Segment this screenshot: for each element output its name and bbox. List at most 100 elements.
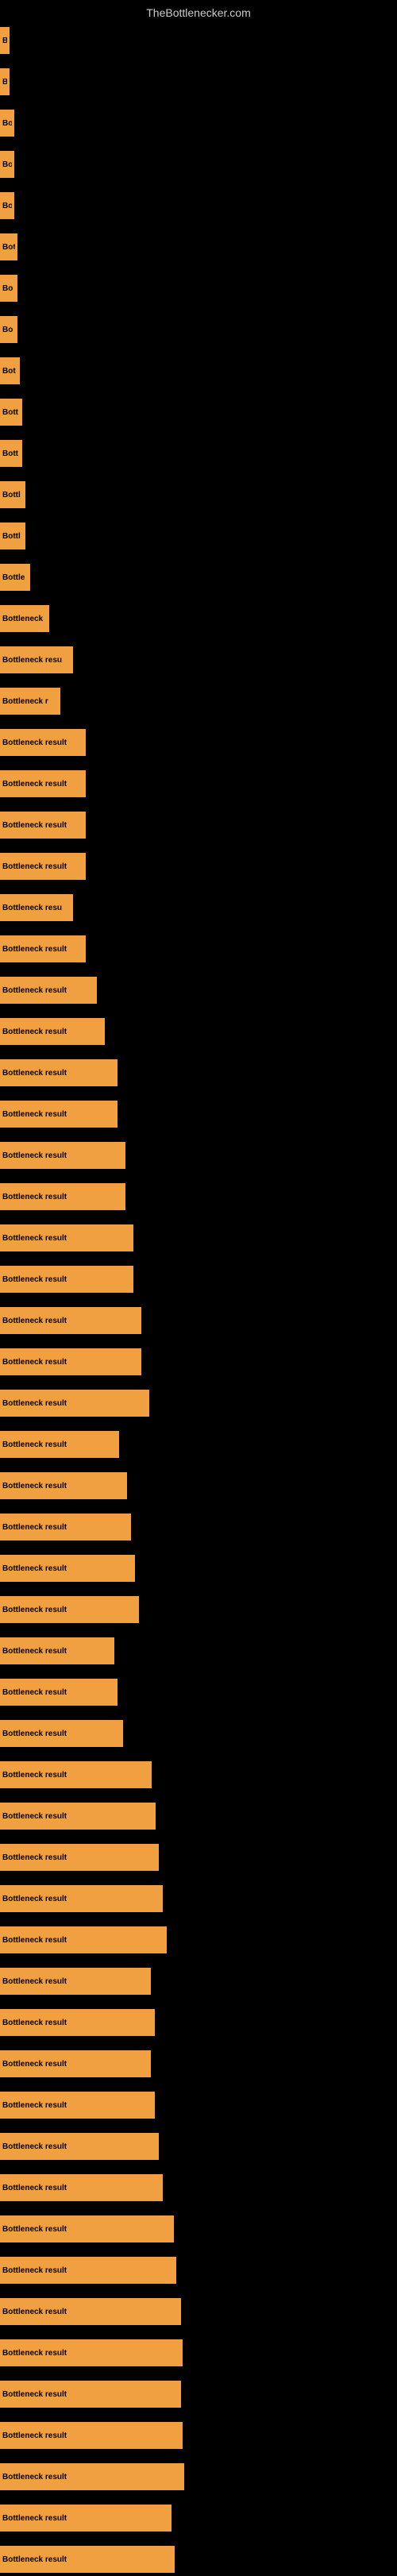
bar-label: Bottleneck result (2, 1523, 67, 1532)
bar-10: Bott (0, 440, 22, 467)
bar-row: Bottl (0, 478, 25, 511)
bar-label: Bott (2, 449, 18, 458)
bar-row: Bottleneck result (0, 1758, 152, 1791)
bar-30: Bottleneck result (0, 1266, 133, 1293)
bar-row: Bottleneck result (0, 2171, 163, 2204)
bar-row: Bottleneck result (0, 808, 86, 842)
bar-49: Bottleneck result (0, 2050, 151, 2077)
bar-row: Bottleneck result (0, 1097, 118, 1131)
bar-37: Bottleneck result (0, 1555, 135, 1582)
bar-2: Bo (0, 110, 14, 137)
bar-row: Bott (0, 395, 22, 429)
bar-row: Bottleneck result (0, 974, 97, 1007)
bar-6: Bo (0, 275, 17, 302)
bar-row: Bottleneck result (0, 932, 86, 966)
bar-row: Bo (0, 272, 17, 305)
bar-row: Bottleneck result (0, 1841, 159, 1874)
bar-19: Bottleneck result (0, 812, 86, 839)
bar-label: Bo (2, 284, 13, 293)
bar-42: Bottleneck result (0, 1761, 152, 1788)
bar-row: Bottleneck resu (0, 891, 73, 924)
bar-label: Bottleneck result (2, 862, 67, 871)
bar-row: Bottleneck result (0, 2130, 159, 2163)
bar-label: Bottleneck result (2, 2390, 67, 2399)
bar-label: Bottleneck result (2, 2019, 67, 2027)
site-title: TheBottlenecker.com (0, 0, 397, 22)
bar-label: Bottleneck result (2, 1688, 67, 1697)
bar-label: Bottleneck result (2, 1028, 67, 1036)
bar-label: Bottleneck result (2, 1234, 67, 1243)
bar-7: Bo (0, 316, 17, 343)
bar-5: Bot (0, 233, 17, 260)
bar-label: Bottleneck result (2, 2266, 67, 2275)
bar-11: Bottl (0, 481, 25, 508)
bar-54: Bottleneck result (0, 2257, 176, 2284)
bar-label: Bottleneck result (2, 2060, 67, 2069)
bar-row: Bottleneck result (0, 1717, 123, 1750)
bar-row: Bottleneck result (0, 1180, 125, 1213)
bar-row: Bo (0, 189, 14, 222)
bar-25: Bottleneck result (0, 1059, 118, 1086)
bar-row: Bottleneck result (0, 1469, 127, 1502)
bar-12: Bottl (0, 523, 25, 550)
bar-row: Bottleneck result (0, 850, 86, 883)
bar-row: Bottleneck result (0, 1634, 114, 1668)
bar-row: Bottleneck result (0, 2254, 176, 2287)
bar-43: Bottleneck result (0, 1803, 156, 1830)
bar-label: Bot (2, 243, 15, 252)
bar-29: Bottleneck result (0, 1224, 133, 1251)
bar-label: Bottleneck resu (2, 656, 62, 665)
bar-label: Bottleneck result (2, 2184, 67, 2192)
bar-row: Bottleneck r (0, 684, 60, 718)
bar-label: Bottleneck (2, 615, 43, 623)
bar-label: Bottleneck result (2, 1895, 67, 1903)
bar-label: B (2, 37, 7, 45)
bar-row: B (0, 24, 10, 57)
bar-row: Bottleneck result (0, 2377, 181, 2411)
bar-label: Bottleneck result (2, 2225, 67, 2234)
bar-row: Bottle (0, 561, 30, 594)
bar-row: Bot (0, 354, 20, 388)
bar-61: Bottleneck result (0, 2546, 175, 2573)
bar-47: Bottleneck result (0, 1968, 151, 1995)
bar-51: Bottleneck result (0, 2133, 159, 2160)
bar-label: Bottleneck result (2, 1936, 67, 1945)
bar-21: Bottleneck resu (0, 894, 73, 921)
bar-label: Bottleneck result (2, 1069, 67, 1078)
bar-row: Bottleneck result (0, 1965, 151, 1998)
bar-22: Bottleneck result (0, 935, 86, 962)
bar-label: Bottleneck result (2, 1771, 67, 1780)
bar-34: Bottleneck result (0, 1431, 119, 1458)
bar-46: Bottleneck result (0, 1926, 167, 1953)
bar-row: Bottleneck result (0, 1221, 133, 1255)
bar-0: B (0, 27, 10, 54)
bar-label: Bottleneck result (2, 945, 67, 954)
bar-58: Bottleneck result (0, 2422, 183, 2449)
bar-row: Bottleneck result (0, 1428, 119, 1461)
bar-50: Bottleneck result (0, 2092, 155, 2119)
bar-row: Bo (0, 148, 14, 181)
bar-57: Bottleneck result (0, 2381, 181, 2408)
bar-label: Bottleneck result (2, 1482, 67, 1490)
bar-label: Bottleneck result (2, 1151, 67, 1160)
bar-label: Bottleneck result (2, 2514, 67, 2523)
bar-row: Bot (0, 230, 17, 264)
bar-row: Bott (0, 437, 22, 470)
bar-55: Bottleneck result (0, 2298, 181, 2325)
bar-24: Bottleneck result (0, 1018, 105, 1045)
bar-1: B (0, 68, 10, 95)
bar-60: Bottleneck result (0, 2505, 172, 2532)
bar-row: Bottleneck result (0, 2006, 155, 2039)
bar-row: Bottl (0, 519, 25, 553)
bar-3: Bo (0, 151, 14, 178)
bar-label: Bottleneck result (2, 2349, 67, 2358)
bar-row: Bottleneck result (0, 1139, 125, 1172)
bar-label: Bottleneck result (2, 1399, 67, 1408)
bar-31: Bottleneck result (0, 1307, 141, 1334)
bar-label: Bottleneck result (2, 1110, 67, 1119)
bar-row: Bo (0, 313, 17, 346)
bar-label: Bottleneck result (2, 780, 67, 789)
bar-row: Bottleneck result (0, 2336, 183, 2370)
bar-label: Bottleneck result (2, 1730, 67, 1738)
bar-row: Bottleneck result (0, 1510, 131, 1544)
